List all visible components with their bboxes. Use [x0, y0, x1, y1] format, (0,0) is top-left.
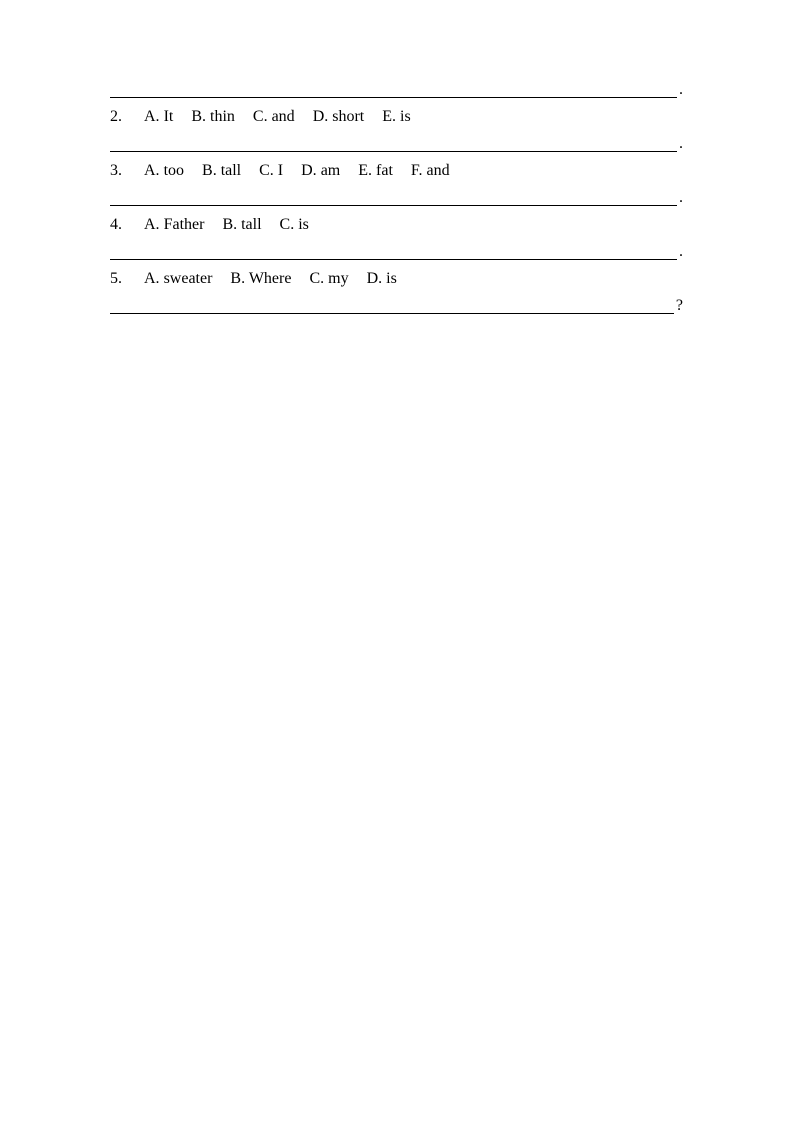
question-5-option-a: A. sweater — [144, 270, 212, 288]
line-end-5: ? — [676, 298, 683, 314]
line-end-4: . — [679, 244, 683, 260]
question-4-block: 4. A. Father B. tall C. is — [110, 216, 683, 234]
answer-line-4-row: . — [110, 242, 683, 260]
question-2-number: 2. — [110, 108, 122, 126]
question-5-options: 5. A. sweater B. Where C. my D. is — [110, 270, 683, 288]
answer-line-4 — [110, 242, 677, 260]
question-2-block: 2. A. It B. thin C. and D. short E. is — [110, 108, 683, 126]
question-3-options: 3. A. too B. tall C. I D. am E. fat F. a… — [110, 162, 683, 180]
question-4-number: 4. — [110, 216, 122, 234]
question-4-option-a: A. Father — [144, 216, 204, 234]
question-2-option-c: C. and — [253, 108, 295, 126]
question-5-option-d: D. is — [367, 270, 397, 288]
question-3-number: 3. — [110, 162, 122, 180]
answer-line-3-row: . — [110, 188, 683, 206]
question-5-option-b: B. Where — [230, 270, 291, 288]
question-4-option-b: B. tall — [222, 216, 261, 234]
question-5-block: 5. A. sweater B. Where C. my D. is — [110, 270, 683, 288]
question-2-option-a: A. It — [144, 108, 173, 126]
line-end-1: . — [679, 82, 683, 98]
question-2-options: 2. A. It B. thin C. and D. short E. is — [110, 108, 683, 126]
question-5-option-c: C. my — [309, 270, 348, 288]
question-2-option-b: B. thin — [191, 108, 235, 126]
answer-line-2 — [110, 134, 677, 152]
line-end-2: . — [679, 136, 683, 152]
question-3-option-d: D. am — [301, 162, 340, 180]
answer-line-1-row: . — [110, 80, 683, 98]
answer-line-1 — [110, 80, 677, 98]
question-3-block: 3. A. too B. tall C. I D. am E. fat F. a… — [110, 162, 683, 180]
question-3-option-e: E. fat — [358, 162, 393, 180]
answer-line-5 — [110, 296, 674, 314]
answer-line-5-row: ? — [110, 296, 683, 314]
question-4-options: 4. A. Father B. tall C. is — [110, 216, 683, 234]
line-end-3: . — [679, 190, 683, 206]
question-3-option-a: A. too — [144, 162, 184, 180]
question-3-option-c: C. I — [259, 162, 283, 180]
answer-line-3 — [110, 188, 677, 206]
question-4-option-c: C. is — [280, 216, 309, 234]
answer-line-2-row: . — [110, 134, 683, 152]
question-2-option-e: E. is — [382, 108, 410, 126]
question-5-number: 5. — [110, 270, 122, 288]
page: . 2. A. It B. thin C. and D. short E. is… — [0, 0, 793, 1122]
question-2-option-d: D. short — [313, 108, 365, 126]
question-3-option-b: B. tall — [202, 162, 241, 180]
question-3-option-f: F. and — [411, 162, 450, 180]
